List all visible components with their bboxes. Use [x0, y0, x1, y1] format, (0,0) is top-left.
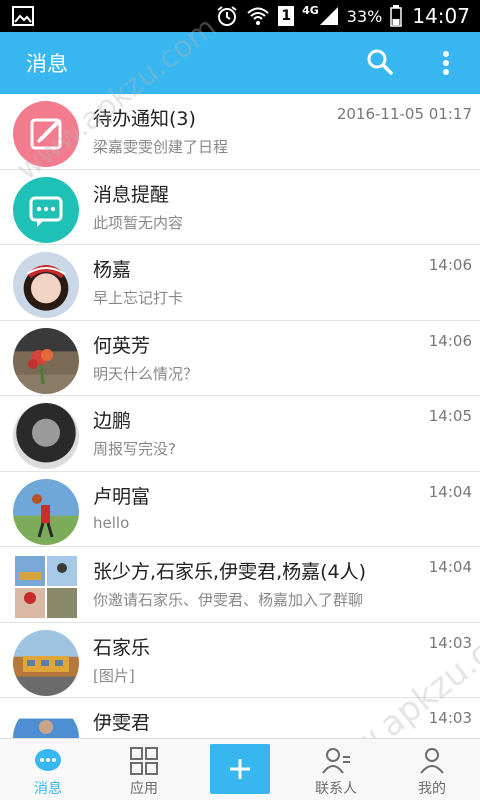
gallery-notification-icon: [12, 6, 34, 26]
nav-label: 我的: [418, 781, 446, 797]
nav-contacts[interactable]: 联系人: [288, 739, 384, 801]
conversation-item[interactable]: 待办通知(3) 梁嘉雯雯创建了日程 2016-11-05 01:17: [0, 94, 480, 170]
conversation-time: 14:05: [428, 407, 472, 425]
conversation-item[interactable]: 伊雯君 14:03: [0, 698, 480, 738]
conversation-item[interactable]: 何英芳 明天什么情况？ 14:06: [0, 321, 480, 396]
conversation-list: 待办通知(3) 梁嘉雯雯创建了日程 2016-11-05 01:17 消息提醒 …: [0, 94, 480, 738]
conversation-title: 何英芳: [93, 334, 151, 357]
conversation-preview: hello: [93, 513, 130, 532]
chat-bubble-icon: [13, 176, 79, 243]
todo-icon: [13, 101, 79, 167]
conversation-title: 待办通知(3): [93, 108, 196, 130]
conversation-time: 14:04: [428, 482, 472, 501]
user-avatar: [13, 478, 79, 545]
conversation-time: 14:03: [428, 709, 472, 727]
nav-label: 应用: [130, 781, 158, 797]
plus-icon: [230, 759, 250, 779]
conversation-title: 石家乐: [93, 636, 151, 659]
conversation-time: 14:03: [428, 633, 472, 652]
signal-icon: [319, 7, 338, 25]
group-avatar: [13, 554, 79, 620]
user-avatar: [13, 327, 79, 394]
user-avatar: [13, 629, 79, 696]
user-avatar: [13, 403, 79, 469]
sim-slot-icon: 1: [278, 6, 295, 26]
conversation-title: 卢明富: [93, 485, 151, 508]
network-type: 4G: [302, 3, 319, 17]
conversation-time: 14:04: [428, 558, 472, 576]
nav-label: 联系人: [315, 781, 357, 797]
more-vertical-icon[interactable]: [436, 50, 456, 76]
conversation-item[interactable]: 边鹏 周报写完没? 14:05: [0, 396, 480, 472]
conversation-title: 张少方,石家乐,伊雯君,杨嘉(4人): [93, 561, 367, 583]
add-button[interactable]: [210, 744, 270, 794]
sim-slot-label: 1: [281, 8, 292, 24]
conversation-preview: 周报写完没?: [93, 440, 176, 458]
app-bar: 消息: [0, 32, 480, 94]
conversation-item[interactable]: 张少方,石家乐,伊雯君,杨嘉(4人) 你邀请石家乐、伊雯君、杨嘉加入了群聊 14…: [0, 547, 480, 623]
conversation-title: 伊雯君: [93, 712, 151, 734]
conversation-preview: 梁嘉雯雯创建了日程: [93, 138, 229, 156]
alarm-icon: [217, 6, 237, 26]
conversation-item[interactable]: 卢明富 hello 14:04: [0, 472, 480, 547]
network-indicator: 4G: [302, 3, 339, 26]
conversation-time: 14:06: [428, 256, 472, 274]
nav-apps[interactable]: 应用: [96, 739, 192, 801]
apps-grid-icon: [130, 747, 158, 775]
user-avatar: [13, 705, 79, 738]
search-icon[interactable]: [366, 48, 394, 76]
conversation-item[interactable]: 消息提醒 此项暂无内容: [0, 170, 480, 245]
conversation-preview: 早上忘记打卡: [93, 289, 184, 307]
nav-label: 消息: [34, 781, 62, 797]
conversation-preview: 你邀请石家乐、伊雯君、杨嘉加入了群聊: [93, 591, 364, 609]
conversation-preview: 此项暂无内容: [93, 213, 184, 232]
conversation-time: 2016-11-05 01:17: [336, 105, 472, 123]
conversation-title: 边鹏: [93, 410, 132, 432]
clock: 14:07: [412, 4, 470, 28]
person-icon: [420, 748, 444, 774]
user-avatar: [13, 252, 79, 318]
status-bar: 1 4G 33% 14:07: [0, 0, 480, 32]
conversation-title: 杨嘉: [93, 259, 132, 281]
conversation-preview: [图片]: [93, 666, 135, 685]
nav-messages[interactable]: 消息: [0, 739, 96, 801]
chat-bubble-icon: [35, 749, 61, 771]
wifi-icon: [247, 7, 270, 25]
page-title: 消息: [26, 52, 68, 76]
contacts-icon: [322, 748, 350, 774]
conversation-item[interactable]: 石家乐 [图片] 14:03: [0, 623, 480, 698]
conversation-preview: 明天什么情况？: [93, 364, 199, 383]
conversation-time: 14:06: [428, 331, 472, 350]
nav-mine[interactable]: 我的: [384, 739, 480, 801]
conversation-title: 消息提醒: [93, 183, 170, 206]
conversation-item[interactable]: 杨嘉 早上忘记打卡 14:06: [0, 245, 480, 321]
battery-icon: [390, 5, 403, 27]
battery-percent: 33%: [346, 6, 383, 26]
